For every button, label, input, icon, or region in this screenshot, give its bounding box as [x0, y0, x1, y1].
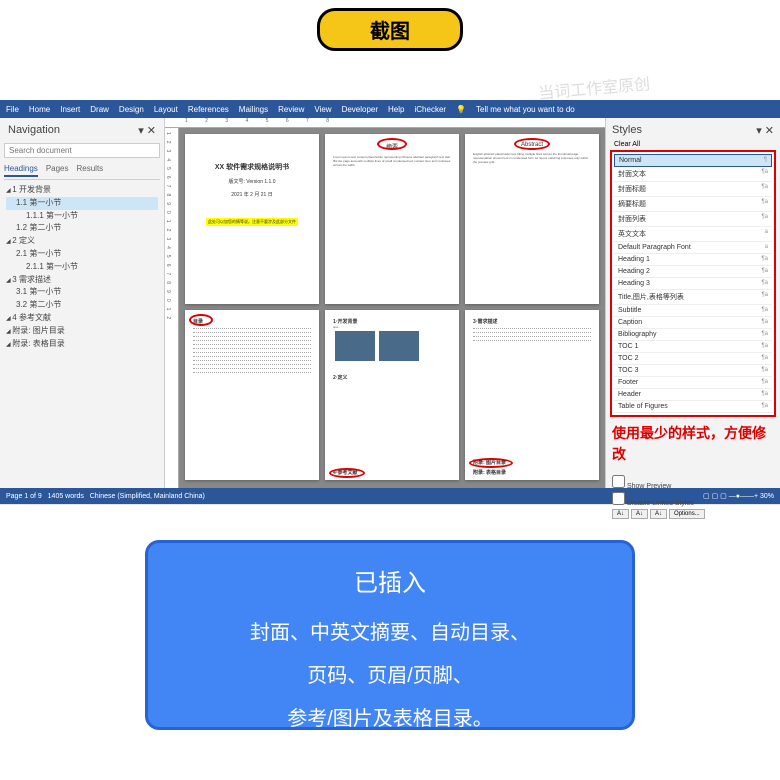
horizontal-ruler: 1 2 3 4 5 6 7 8 [165, 118, 605, 128]
tab-view[interactable]: View [314, 105, 331, 114]
styles-title: Styles [612, 124, 642, 137]
style-item[interactable]: Normal¶ [614, 154, 772, 167]
word-window: File Home Insert Draw Design Layout Refe… [0, 100, 780, 505]
tab-review[interactable]: Review [278, 105, 304, 114]
style-item[interactable]: Header¶a [614, 389, 772, 401]
tab-pages[interactable]: Pages [46, 164, 69, 177]
nav-tree-item[interactable]: 附录: 表格目录 [6, 338, 158, 351]
info-callout: 已插入 封面、中英文摘要、自动目录、 页码、页眉/页脚、 参考/图片及表格目录。 [145, 540, 635, 730]
tab-developer[interactable]: Developer [342, 105, 378, 114]
tab-ichecker[interactable]: iChecker [414, 105, 446, 114]
lightbulb-icon: 💡 [456, 105, 466, 114]
page-thumb[interactable]: XX 软件需求规格说明书 版文号: Version 1.1.0 2021 年 2… [185, 134, 319, 304]
style-item[interactable]: Default Paragraph Fonta [614, 242, 772, 254]
tab-design[interactable]: Design [119, 105, 144, 114]
style-item[interactable]: Footer¶a [614, 377, 772, 389]
nav-tree-item[interactable]: 1.1 第一小节 [6, 197, 158, 210]
word-count[interactable]: 1405 words [48, 493, 84, 500]
style-item[interactable]: TOC 3¶a [614, 365, 772, 377]
page-thumb[interactable]: 3·需求描述 附录: 图片目录 附录: 表格目录 [465, 310, 599, 480]
h3: 3·需求描述 [473, 318, 591, 325]
style-btn-3[interactable]: A↓ [650, 509, 667, 519]
style-item[interactable]: Title,图片,表格等列表¶a [614, 290, 772, 305]
tab-draw[interactable]: Draw [90, 105, 109, 114]
h1: 1·开发背景 [333, 318, 451, 325]
h2: 2·定义 [333, 374, 451, 381]
callout-line: 封面、中英文摘要、自动目录、 [168, 616, 612, 645]
style-btn-2[interactable]: A↓ [631, 509, 648, 519]
page-thumb[interactable]: Abstract English abstract placeholder te… [465, 134, 599, 304]
language-indicator[interactable]: Chinese (Simplified, Mainland China) [90, 493, 205, 500]
watermark: 当词工作室原创 [537, 70, 651, 104]
annotation: 使用最少的样式，方便修改 [610, 417, 776, 471]
page-thumb[interactable]: 目录 [185, 310, 319, 480]
tab-home[interactable]: Home [29, 105, 50, 114]
tab-help[interactable]: Help [388, 105, 404, 114]
nav-tree-item[interactable]: 2.1.1 第一小节 [6, 261, 158, 274]
doc-note: 此处可以加您的情等说。注意不要涉及此部分文件 [206, 218, 298, 226]
clear-all[interactable]: Clear All [610, 139, 776, 150]
screenshot-badge: 截图 [317, 8, 463, 51]
close-icon[interactable]: ▾ ✕ [756, 124, 774, 137]
tab-mailings[interactable]: Mailings [239, 105, 268, 114]
doc-title: XX 软件需求规格说明书 [193, 162, 311, 172]
style-item[interactable]: Subtitle¶a [614, 305, 772, 317]
callout-line: 页码、页眉/页脚、 [168, 659, 612, 688]
nav-tree-item[interactable]: 3 需求描述 [6, 274, 158, 287]
style-item[interactable]: Bibliography¶a [614, 329, 772, 341]
nav-tree-item[interactable]: 2 定义 [6, 235, 158, 248]
style-item[interactable]: 英文文本a [614, 227, 772, 242]
style-item[interactable]: 封面文本¶a [614, 167, 772, 182]
document-area[interactable]: 1 2 3 4 5 6 7 8 1234567890123456789012 X… [165, 118, 605, 488]
options-button[interactable]: Options... [669, 509, 705, 519]
nav-title: Navigation [8, 124, 60, 137]
tab-layout[interactable]: Layout [154, 105, 178, 114]
tab-headings[interactable]: Headings [4, 164, 38, 177]
page-indicator[interactable]: Page 1 of 9 [6, 493, 42, 500]
tab-references[interactable]: References [188, 105, 229, 114]
page-thumb[interactable]: 1·开发背景 text... 2·定义 4·参考文献 [325, 310, 459, 480]
style-item[interactable]: Caption¶a [614, 317, 772, 329]
nav-tree-item[interactable]: 3.2 第二小节 [6, 299, 158, 312]
callout-line: 已插入 [168, 563, 612, 598]
page-text: English abstract placeholder text fillin… [473, 152, 591, 165]
style-item[interactable]: TOC 1¶a [614, 341, 772, 353]
nav-tree-item[interactable]: 2.1 第一小节 [6, 248, 158, 261]
tab-results[interactable]: Results [77, 164, 104, 177]
style-item[interactable]: 封面列表¶a [614, 212, 772, 227]
nav-tree-item[interactable]: 1.2 第二小节 [6, 222, 158, 235]
ribbon: File Home Insert Draw Design Layout Refe… [0, 100, 780, 118]
nav-tree-item[interactable]: 附录: 图片目录 [6, 325, 158, 338]
style-item[interactable]: Heading 3¶a [614, 278, 772, 290]
style-item[interactable]: Table of Figures¶a [614, 401, 772, 413]
nav-tree-item[interactable]: 1.1.1 第一小节 [6, 210, 158, 223]
app2: 附录: 表格目录 [473, 469, 506, 476]
nav-tree-item[interactable]: 1 开发背景 [6, 184, 158, 197]
style-item[interactable]: 封面标题¶a [614, 182, 772, 197]
style-item[interactable]: 摘要标题¶a [614, 197, 772, 212]
page-text: Lorem ipsum text content placeholder rep… [333, 155, 451, 168]
show-preview-checkbox[interactable]: Show Preview [612, 475, 774, 490]
styles-list: Normal¶封面文本¶a封面标题¶a摘要标题¶a封面列表¶a英文文本aDefa… [610, 150, 776, 417]
tellme-input[interactable]: Tell me what you want to do [476, 105, 575, 114]
vertical-ruler: 1234567890123456789012 [165, 128, 179, 488]
nav-tree-item[interactable]: 4 参考文献 [6, 312, 158, 325]
doc-date: 2021 年 2 月 21 日 [193, 191, 311, 198]
style-item[interactable]: Heading 2¶a [614, 266, 772, 278]
style-item[interactable]: TOC 2¶a [614, 353, 772, 365]
nav-tree-item[interactable]: 3.1 第一小节 [6, 286, 158, 299]
tab-insert[interactable]: Insert [60, 105, 80, 114]
style-btn-1[interactable]: A↓ [612, 509, 629, 519]
chevron-down-icon[interactable]: ▾ ✕ [138, 124, 156, 137]
navigation-panel: Navigation ▾ ✕ Headings Pages Results 1 … [0, 118, 165, 488]
search-input[interactable] [4, 143, 160, 158]
style-item[interactable]: Heading 1¶a [614, 254, 772, 266]
nav-tree: 1 开发背景1.1 第一小节1.1.1 第一小节1.2 第二小节2 定义2.1 … [4, 180, 160, 354]
disable-linked-checkbox[interactable]: Disable Linked Styles [612, 492, 774, 507]
tab-file[interactable]: File [6, 105, 19, 114]
page-thumb[interactable]: 摘要 Lorem ipsum text content placeholder … [325, 134, 459, 304]
doc-version: 版文号: Version 1.1.0 [193, 178, 311, 185]
callout-line: 参考/图片及表格目录。 [168, 702, 612, 731]
styles-panel: Styles ▾ ✕ Clear All Normal¶封面文本¶a封面标题¶a… [605, 118, 780, 488]
